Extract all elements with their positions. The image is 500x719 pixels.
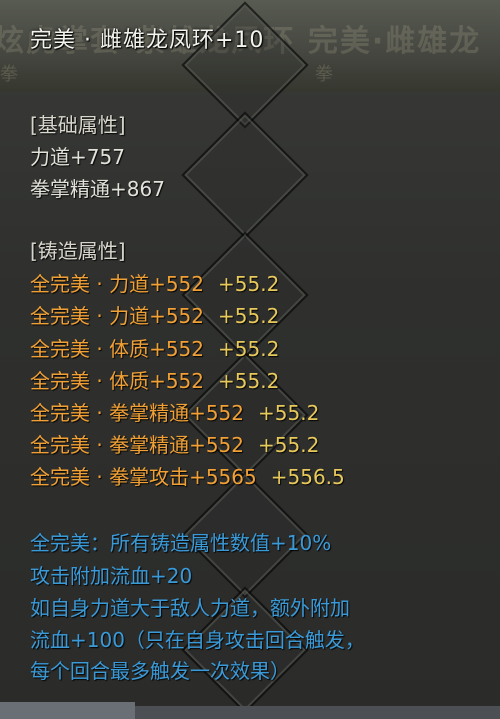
set-effect-line: 全完美：所有铸造属性数值+10% — [30, 531, 332, 555]
forge-attribute-row: 全完美 · 拳掌精通+552 +55.2 — [30, 401, 320, 425]
background-label-left: 拳 — [0, 64, 18, 85]
set-effect-line: 流血+100（只在自身攻击回合触发， — [30, 628, 365, 652]
forge-attribute-row: 全完美 · 体质+552 +55.2 — [30, 369, 280, 393]
bottom-tab[interactable] — [0, 702, 135, 719]
base-attributes-header: [基础属性] — [30, 113, 126, 137]
equipment-slot-frame — [181, 111, 309, 239]
base-attribute-fist-mastery: 拳掌精通+867 — [30, 177, 165, 201]
set-effect-line: 攻击附加流血+20 — [30, 564, 193, 588]
set-effect-line: 每个回合最多触发一次效果） — [30, 659, 290, 683]
item-title: 完美 · 雌雄龙凤环+10 — [30, 28, 265, 53]
background-label-right: 拳 — [315, 64, 333, 85]
forge-attribute-row: 全完美 · 体质+552 +55.2 — [30, 337, 280, 361]
forge-attribute-row: 全完美 · 力道+552 +55.2 — [30, 272, 280, 296]
forge-attribute-row: 全完美 · 拳掌精通+552 +55.2 — [30, 433, 320, 457]
set-effect-line: 如自身力道大于敌人力道，额外附加 — [30, 596, 350, 620]
forge-attribute-row: 全完美 · 力道+552 +55.2 — [30, 304, 280, 328]
forge-attributes-header: [铸造属性] — [30, 239, 126, 263]
forge-attribute-row: 全完美 · 拳掌攻击+5565 +556.5 — [30, 465, 345, 489]
base-attribute-strength: 力道+757 — [30, 145, 125, 169]
